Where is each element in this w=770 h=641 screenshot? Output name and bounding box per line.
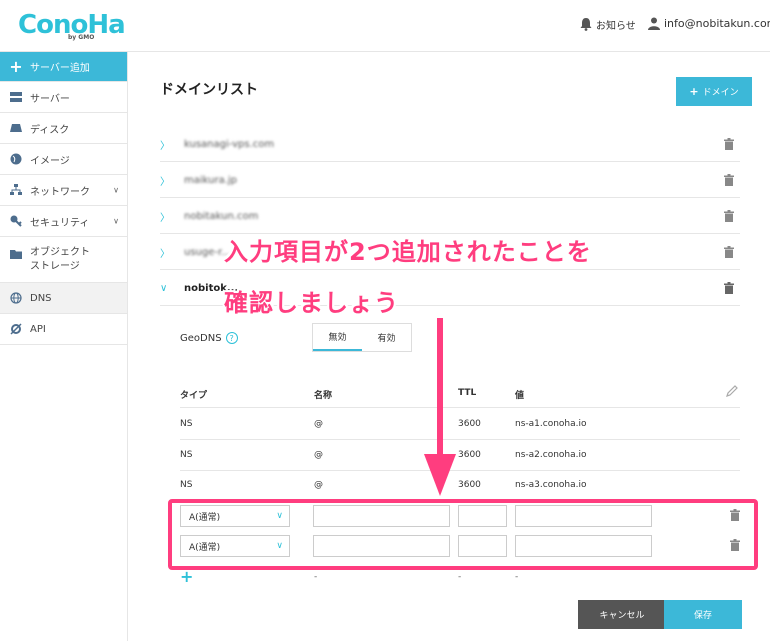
api-icon bbox=[10, 323, 22, 335]
help-icon[interactable]: ? bbox=[225, 332, 238, 344]
sidebar-item-server[interactable]: サーバー bbox=[0, 82, 127, 113]
account-menu[interactable]: info@nobitakun.com ⌵ bbox=[648, 17, 770, 30]
chevron-right-icon: 〉 bbox=[160, 140, 170, 152]
header-name: 名称 bbox=[314, 391, 333, 401]
account-email: info@nobitakun.com bbox=[664, 17, 770, 30]
chevron-right-icon: 〉 bbox=[160, 176, 170, 188]
record-name: @ bbox=[314, 419, 323, 429]
add-domain-button[interactable]: + ドメイン bbox=[676, 77, 752, 106]
page-title: ドメインリスト bbox=[160, 82, 258, 98]
sidebar-item-label: イメージ bbox=[30, 155, 70, 167]
sidebar-item-network[interactable]: ネットワーク ∨ bbox=[0, 175, 127, 206]
record-type: NS bbox=[180, 480, 193, 490]
notice-label: お知らせ bbox=[596, 21, 636, 32]
domain-row[interactable]: 〉 kusanagi-vps.com bbox=[160, 127, 740, 162]
sidebar-item-label: ネットワーク bbox=[30, 186, 90, 198]
arrow-down-icon bbox=[424, 318, 456, 496]
dns-globe-icon bbox=[10, 292, 22, 304]
notice-link[interactable]: お知らせ bbox=[580, 17, 636, 32]
chevron-right-icon: 〉 bbox=[160, 212, 170, 224]
trash-icon[interactable] bbox=[724, 210, 734, 222]
geodns-option-on[interactable]: 有効 bbox=[362, 324, 411, 351]
chevron-down-icon: ∨ bbox=[160, 282, 168, 294]
folder-icon bbox=[10, 248, 22, 260]
sidebar-item-label: ディスク bbox=[30, 124, 70, 136]
network-icon bbox=[10, 184, 22, 196]
cancel-button[interactable]: キャンセル bbox=[578, 600, 666, 629]
sidebar: + サーバー追加 サーバー ディスク イメージ ネットワーク ∨ セキュリティ … bbox=[0, 52, 128, 641]
key-icon bbox=[10, 215, 22, 227]
top-header: ConoHa by GMO お知らせ info@nobitakun.com ⌵ bbox=[0, 0, 770, 52]
record-ttl: 3600 bbox=[458, 419, 481, 429]
record-value: ns-a3.conoha.io bbox=[515, 480, 587, 490]
sidebar-item-api[interactable]: API bbox=[0, 314, 127, 345]
record-value: ns-a2.conoha.io bbox=[515, 450, 587, 460]
domain-name: maikura.jp bbox=[184, 174, 238, 186]
dash-placeholder: - bbox=[458, 572, 462, 582]
chevron-right-icon: 〉 bbox=[160, 248, 170, 260]
highlight-box bbox=[168, 499, 758, 570]
sidebar-item-label: セキュリティ bbox=[30, 217, 90, 229]
header-type: タイプ bbox=[180, 391, 208, 401]
record-ttl: 3600 bbox=[458, 480, 481, 490]
chevron-down-icon: ∨ bbox=[113, 216, 119, 226]
user-icon bbox=[648, 17, 660, 30]
record-type: NS bbox=[180, 450, 193, 460]
geodns-option-off[interactable]: 無効 bbox=[313, 324, 362, 351]
dash-placeholder: - bbox=[314, 572, 318, 582]
geodns-text: GeoDNS bbox=[180, 332, 222, 344]
domain-name: kusanagi-vps.com bbox=[184, 138, 275, 150]
trash-icon[interactable] bbox=[724, 282, 734, 294]
sidebar-item-add-server[interactable]: + サーバー追加 bbox=[0, 52, 127, 82]
sidebar-item-disk[interactable]: ディスク bbox=[0, 113, 127, 144]
server-icon bbox=[10, 91, 22, 103]
row-divider bbox=[180, 407, 740, 408]
row-divider bbox=[180, 439, 740, 440]
trash-icon[interactable] bbox=[724, 138, 734, 150]
sidebar-item-label: DNS bbox=[30, 292, 52, 304]
disk-icon bbox=[10, 122, 22, 134]
sidebar-item-label: サーバー bbox=[30, 93, 70, 105]
sidebar-item-object-storage[interactable]: オブジェクト ストレージ bbox=[0, 237, 127, 283]
logo-sub: by GMO bbox=[68, 34, 95, 41]
sidebar-item-label: サーバー追加 bbox=[30, 63, 90, 74]
bell-icon bbox=[580, 18, 592, 31]
add-domain-label: ドメイン bbox=[702, 88, 739, 98]
geodns-label: GeoDNS ? bbox=[180, 332, 238, 344]
header-value: 値 bbox=[515, 391, 525, 401]
plus-icon: + bbox=[9, 57, 23, 76]
domain-row[interactable]: 〉 maikura.jp bbox=[160, 163, 740, 198]
pencil-icon[interactable] bbox=[726, 385, 738, 397]
sidebar-item-label-line1: オブジェクト bbox=[30, 246, 90, 258]
header-ttl: TTL bbox=[458, 388, 477, 398]
record-type: NS bbox=[180, 419, 193, 429]
annotation-line1: 入力項目が2つ追加されたことを bbox=[224, 238, 592, 266]
globe-icon bbox=[10, 153, 22, 165]
sidebar-item-label: オブジェクト ストレージ bbox=[30, 246, 90, 274]
sidebar-item-image[interactable]: イメージ bbox=[0, 144, 127, 175]
record-name: @ bbox=[314, 480, 323, 490]
row-divider bbox=[180, 470, 740, 471]
geodns-toggle[interactable]: 無効 有効 bbox=[312, 323, 412, 352]
domain-row[interactable]: 〉 nobitakun.com bbox=[160, 199, 740, 234]
record-ttl: 3600 bbox=[458, 450, 481, 460]
annotation-line2: 確認しましょう bbox=[224, 289, 399, 317]
trash-icon[interactable] bbox=[724, 246, 734, 258]
save-button[interactable]: 保存 bbox=[664, 600, 742, 629]
sidebar-item-security[interactable]: セキュリティ ∨ bbox=[0, 206, 127, 237]
sidebar-item-label-line2: ストレージ bbox=[30, 260, 80, 272]
chevron-down-icon: ∨ bbox=[113, 185, 119, 195]
record-name: @ bbox=[314, 450, 323, 460]
sidebar-item-dns[interactable]: DNS bbox=[0, 283, 127, 314]
domain-name: nobitakun.com bbox=[184, 210, 259, 222]
record-value: ns-a1.conoha.io bbox=[515, 419, 587, 429]
sidebar-item-label: API bbox=[30, 323, 46, 335]
dash-placeholder: - bbox=[515, 572, 519, 582]
plus-icon: + bbox=[689, 85, 699, 98]
trash-icon[interactable] bbox=[724, 174, 734, 186]
